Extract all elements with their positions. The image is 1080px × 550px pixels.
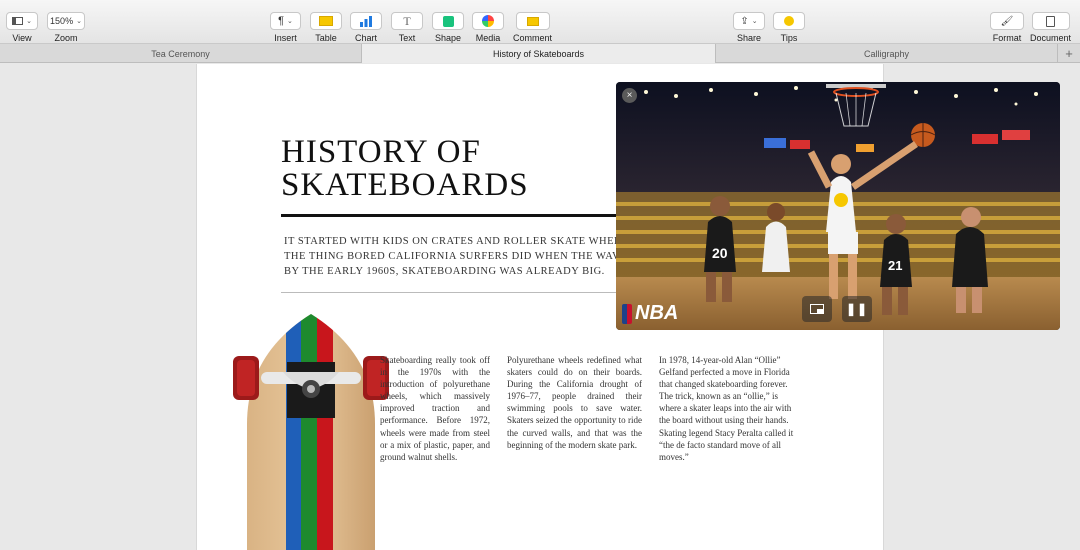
chart-icon: [360, 15, 372, 27]
media-button[interactable]: [472, 12, 504, 30]
zoom-label: Zoom: [54, 33, 78, 43]
title-line-1: HISTORY OF: [281, 134, 481, 170]
zoom-value: 150%: [50, 16, 74, 26]
text-control[interactable]: T Text: [391, 12, 423, 43]
text-box-icon: T: [403, 13, 411, 28]
insert-control[interactable]: ¶ ⌄ Insert: [270, 12, 301, 43]
format-label: Format: [992, 33, 1022, 43]
zoom-control[interactable]: 150% ⌄ Zoom: [47, 12, 85, 43]
insert-label: Insert: [274, 33, 297, 43]
tips-icon: [784, 16, 794, 26]
format-button[interactable]: 🖌: [990, 12, 1024, 30]
chevron-down-icon: ⌄: [26, 18, 32, 25]
tab-history-of-skateboards[interactable]: History of Skateboards: [362, 44, 716, 63]
intro-line-2: THE THING BORED CALIFORNIA SURFERS DID W…: [284, 251, 647, 262]
text-button[interactable]: T: [391, 12, 423, 30]
title-rule: [281, 214, 621, 217]
close-video-button[interactable]: ×: [622, 88, 637, 103]
media-control[interactable]: Media: [472, 12, 504, 43]
video-frame: 20 21: [616, 82, 1060, 330]
shape-control[interactable]: Shape: [432, 12, 464, 43]
share-control[interactable]: ⇪ ⌄ Share: [733, 12, 765, 43]
new-tab-button[interactable]: +: [1058, 44, 1080, 63]
shape-button[interactable]: [432, 12, 464, 30]
paragraph-icon: ¶: [278, 15, 285, 27]
comment-control[interactable]: Comment: [513, 12, 552, 43]
view-label: View: [12, 33, 32, 43]
photos-icon: [482, 15, 494, 27]
intro-line-3: BY THE EARLY 1960S, SKATEBOARDING WAS AL…: [284, 266, 605, 277]
paintbrush-icon: 🖌: [1000, 15, 1014, 27]
nba-logo-text: NBA: [635, 302, 679, 324]
document-control[interactable]: Document: [1030, 12, 1071, 43]
chevron-down-icon: ⌄: [751, 18, 758, 25]
plus-icon: +: [1065, 46, 1073, 61]
table-label: Table: [315, 33, 337, 43]
nba-logo: NBA: [622, 302, 678, 325]
body-column-1[interactable]: Skateboarding really took off in the 197…: [380, 354, 490, 463]
pause-icon: ❚❚: [845, 302, 869, 316]
video-player[interactable]: 20 21 × NBA ❚❚: [616, 82, 1060, 330]
comment-label: Comment: [513, 33, 553, 43]
view-button[interactable]: ⌄: [6, 12, 38, 30]
page-title[interactable]: HISTORY OF SKATEBOARDS: [281, 136, 529, 202]
table-control[interactable]: Table: [310, 12, 342, 43]
skateboard-image[interactable]: [231, 314, 391, 550]
body-column-3[interactable]: In 1978, 14-year-old Alan “Ollie” Gelfan…: [659, 354, 794, 463]
tips-label: Tips: [780, 33, 798, 43]
text-label: Text: [398, 33, 416, 43]
media-label: Media: [475, 33, 501, 43]
close-icon: ×: [626, 90, 633, 101]
tab-tea-ceremony[interactable]: Tea Ceremony: [0, 44, 362, 63]
view-control[interactable]: ⌄ View: [6, 12, 38, 43]
comment-icon: [526, 16, 539, 26]
table-icon: [319, 16, 333, 26]
jersey-number-21: 21: [888, 258, 902, 273]
tab-calligraphy[interactable]: Calligraphy: [716, 44, 1058, 63]
picture-in-picture-button[interactable]: [802, 296, 832, 322]
comment-button[interactable]: [515, 12, 550, 30]
shape-label: Shape: [434, 33, 462, 43]
pause-button[interactable]: ❚❚: [842, 296, 872, 322]
toolbar: ⌄ View 150% ⌄ Zoom ¶ ⌄ Insert Table Chart …: [0, 0, 1080, 44]
document-label: Document: [1030, 33, 1072, 43]
sidebar-icon: [12, 17, 24, 25]
document-icon: [1046, 15, 1056, 27]
share-button[interactable]: ⇪ ⌄: [733, 12, 765, 30]
chevron-down-icon: ⌄: [287, 18, 293, 25]
insert-button[interactable]: ¶ ⌄: [270, 12, 301, 30]
table-button[interactable]: [310, 12, 342, 30]
chart-control[interactable]: Chart: [350, 12, 382, 43]
share-icon: ⇪: [740, 15, 749, 27]
zoom-select[interactable]: 150% ⌄: [47, 12, 85, 30]
shape-icon: [442, 15, 454, 27]
tab-bar: Tea Ceremony History of Skateboards Call…: [0, 44, 1080, 63]
jersey-number-20: 20: [712, 245, 728, 261]
share-label: Share: [736, 33, 762, 43]
picture-in-picture-icon: [810, 304, 824, 314]
tips-control[interactable]: Tips: [773, 12, 805, 43]
intro-line-1: IT STARTED WITH KIDS ON CRATES AND ROLLE…: [284, 236, 638, 247]
intro-paragraph[interactable]: IT STARTED WITH KIDS ON CRATES AND ROLLE…: [284, 234, 647, 279]
body-column-2[interactable]: Polyurethane wheels redefined what skate…: [507, 354, 642, 451]
nba-logo-icon: [622, 303, 632, 324]
chevron-down-icon: ⌄: [76, 18, 82, 25]
tips-button[interactable]: [773, 12, 805, 30]
chart-button[interactable]: [350, 12, 382, 30]
title-line-2: SKATEBOARDS: [281, 167, 529, 203]
format-control[interactable]: 🖌 Format: [990, 12, 1024, 43]
intro-rule: [281, 292, 621, 293]
chart-label: Chart: [354, 33, 377, 43]
document-button[interactable]: [1031, 12, 1070, 30]
